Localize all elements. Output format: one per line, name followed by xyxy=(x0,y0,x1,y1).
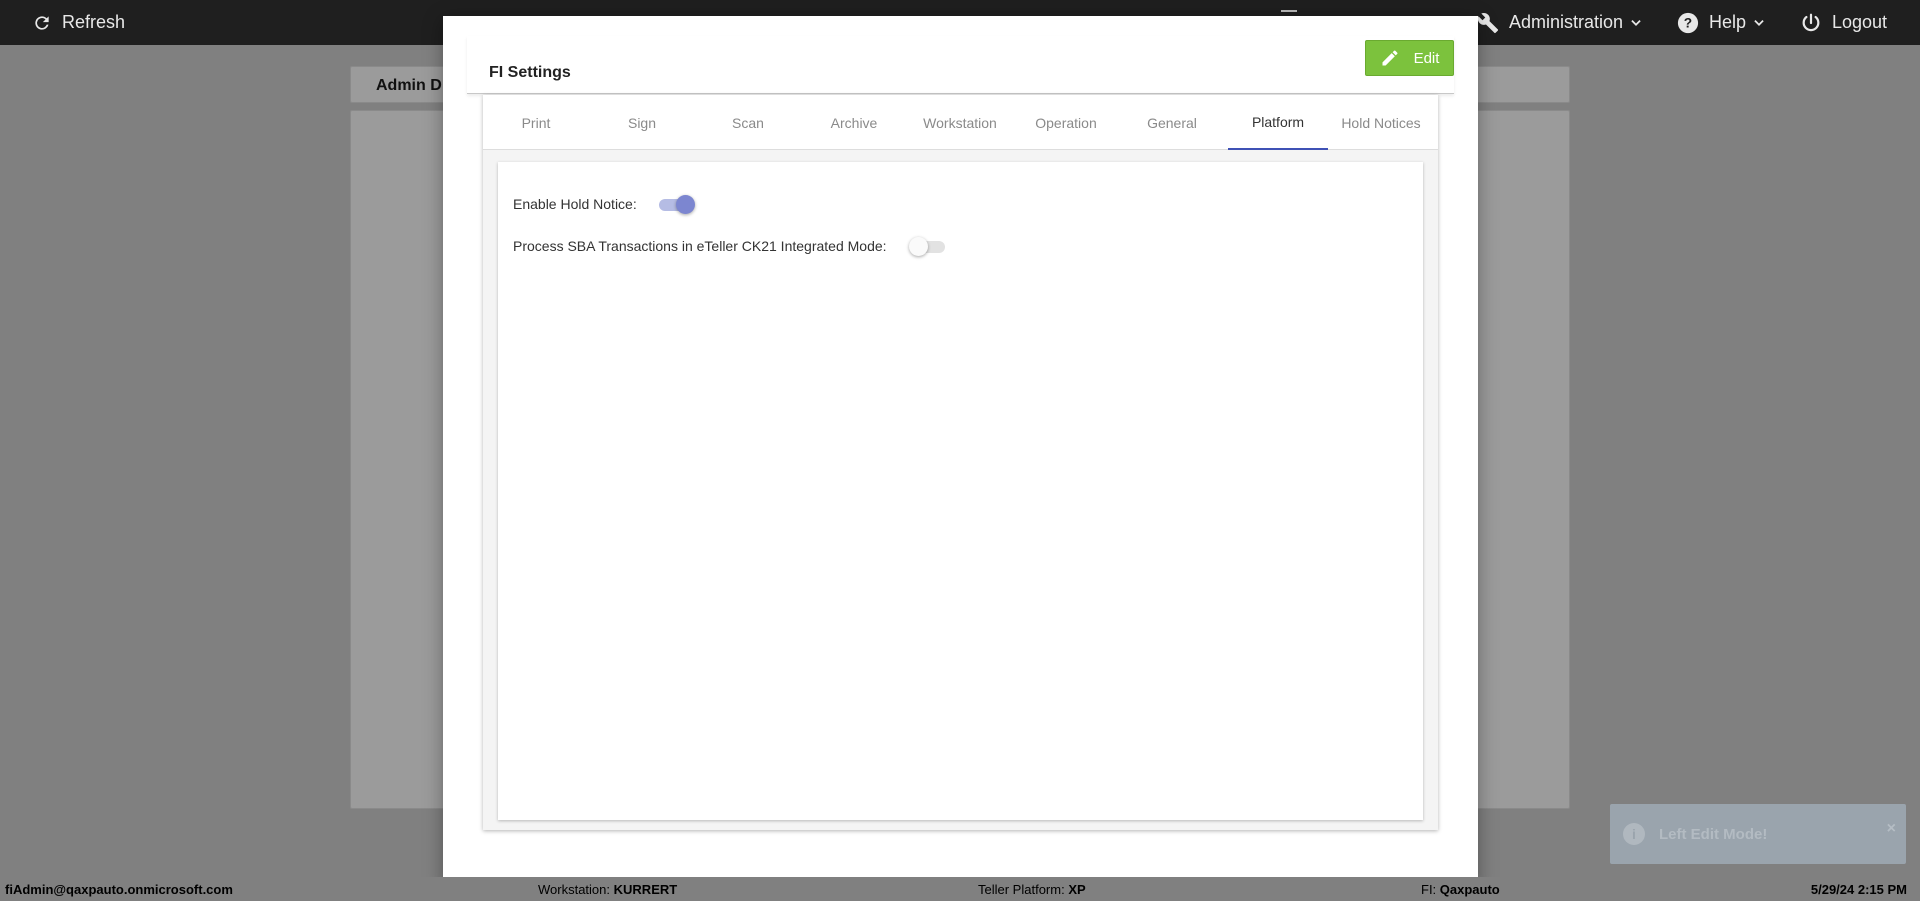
toggle-thumb xyxy=(675,195,695,214)
chevron-down-icon xyxy=(1631,19,1641,26)
process-sba-row: Process SBA Transactions in eTeller CK21… xyxy=(513,234,947,258)
process-sba-toggle[interactable] xyxy=(908,234,947,258)
tab-label: Hold Notices xyxy=(1341,114,1421,131)
tab-label: Workstation xyxy=(923,114,997,131)
tab-label: Scan xyxy=(732,114,764,131)
refresh-label: Refresh xyxy=(62,12,126,32)
footer-fi: FI: Qaxpauto xyxy=(1421,882,1500,897)
edit-label: Edit xyxy=(1413,49,1440,67)
enable-hold-notice-row: Enable Hold Notice: xyxy=(513,192,695,216)
logout-label: Logout xyxy=(1832,12,1888,32)
tab-label: Operation xyxy=(1035,114,1097,131)
help-menu[interactable]: ? Help xyxy=(1677,0,1776,45)
edit-button[interactable]: Edit xyxy=(1365,40,1454,76)
tab-platform[interactable]: Platform xyxy=(1228,95,1328,150)
info-icon: i xyxy=(1623,823,1645,845)
wrench-icon xyxy=(1477,12,1499,33)
toast-close-button[interactable]: × xyxy=(1887,820,1896,838)
svg-text:?: ? xyxy=(1684,15,1692,30)
workstation-value: KURRERT xyxy=(613,882,678,897)
tab-label: Platform xyxy=(1251,113,1305,130)
pencil-icon xyxy=(1382,50,1398,66)
background-page-title: Admin D xyxy=(376,77,442,94)
platform-settings-panel: Enable Hold Notice: Process SBA Transact… xyxy=(498,162,1423,820)
tab-label: Print xyxy=(521,114,551,131)
process-sba-label: Process SBA Transactions in eTeller CK21… xyxy=(513,238,887,254)
tab-workstation[interactable]: Workstation xyxy=(910,95,1010,150)
chevron-down-icon xyxy=(1754,19,1764,26)
power-icon xyxy=(1802,13,1820,31)
administration-label: Administration xyxy=(1509,12,1624,32)
footer-user: fiAdmin@qaxpauto.onmicrosoft.com xyxy=(5,882,233,897)
enable-hold-notice-label: Enable Hold Notice: xyxy=(513,196,637,212)
tab-label: General xyxy=(1147,114,1197,131)
fi-value: Qaxpauto xyxy=(1439,882,1500,897)
enable-hold-notice-toggle[interactable] xyxy=(657,192,695,216)
status-footer: fiAdmin@qaxpauto.onmicrosoft.com Worksta… xyxy=(0,877,1920,901)
refresh-button[interactable]: Refresh xyxy=(32,0,125,45)
toggle-thumb xyxy=(908,237,928,256)
footer-workstation: Workstation: KURRERT xyxy=(538,882,677,897)
tab-scan[interactable]: Scan xyxy=(698,95,798,150)
footer-teller-platform: Teller Platform: XP xyxy=(978,882,1086,897)
tab-label: Archive xyxy=(830,114,878,131)
tab-label: Sign xyxy=(627,114,657,131)
tab-sign[interactable]: Sign xyxy=(592,95,692,150)
modal-header: FI Settings xyxy=(467,36,1454,94)
help-label: Help xyxy=(1709,12,1747,32)
teller-platform-value: XP xyxy=(1068,882,1086,897)
tab-general[interactable]: General xyxy=(1122,95,1222,150)
fi-settings-modal: FI Settings Edit Print Sign Scan Archive… xyxy=(443,16,1478,886)
toast-notification: i Left Edit Mode! × xyxy=(1610,804,1906,864)
fi-label: FI: xyxy=(1421,882,1437,897)
help-icon: ? xyxy=(1677,12,1699,33)
logout-button[interactable]: Logout xyxy=(1800,0,1887,45)
refresh-icon xyxy=(35,15,49,30)
tab-operation[interactable]: Operation xyxy=(1016,95,1116,150)
settings-tabs-card: Print Sign Scan Archive Workstation Oper… xyxy=(483,95,1438,830)
footer-datetime: 5/29/24 2:15 PM xyxy=(1810,882,1907,897)
toast-message: Left Edit Mode! xyxy=(1659,825,1768,843)
workstation-label: Workstation: xyxy=(538,882,611,897)
tab-print[interactable]: Print xyxy=(486,95,586,150)
tab-bar: Print Sign Scan Archive Workstation Oper… xyxy=(483,95,1438,150)
teller-platform-label: Teller Platform: xyxy=(978,882,1065,897)
tab-archive[interactable]: Archive xyxy=(804,95,904,150)
tab-hold-notices[interactable]: Hold Notices xyxy=(1328,95,1434,150)
modal-title: FI Settings xyxy=(489,64,571,81)
administration-menu[interactable]: Administration xyxy=(1477,0,1653,45)
